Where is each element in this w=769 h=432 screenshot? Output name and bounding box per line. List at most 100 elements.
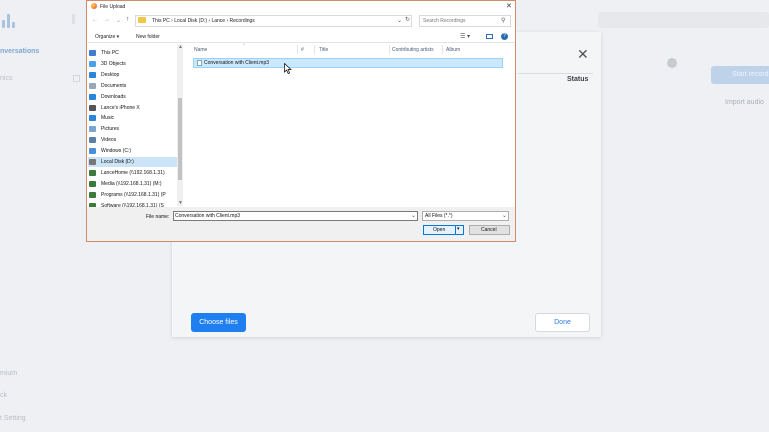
tree-item-label: This PC — [101, 50, 119, 56]
network-drive-icon — [89, 169, 96, 176]
open-dropdown-icon[interactable]: ▾ — [457, 226, 460, 232]
new-folder-button[interactable]: New folder — [136, 34, 160, 40]
drive-icon — [89, 148, 96, 155]
music-icon — [89, 115, 96, 122]
tree-item[interactable]: LanceHome (\\192.168.1.31) — [89, 168, 165, 178]
done-button[interactable]: Done — [535, 313, 590, 332]
tree-item-label: Music — [101, 115, 115, 122]
search-icon: ⚲ — [501, 18, 506, 24]
up-arrow-icon[interactable]: ↑ — [126, 16, 130, 23]
scroll-down-icon[interactable]: ▼ — [178, 200, 183, 206]
help-icon[interactable]: ? — [501, 33, 508, 40]
column-header-title[interactable]: Title — [319, 47, 328, 53]
tree-item-label: 3D Objects — [101, 60, 126, 67]
desktop-icon — [89, 71, 96, 78]
open-split-divider — [455, 226, 456, 234]
column-separator[interactable] — [389, 45, 390, 54]
nav-item-settings[interactable]: t Setting — [0, 415, 26, 422]
cancel-button-label: Cancel — [481, 227, 497, 233]
mouse-cursor-icon — [284, 63, 292, 74]
tree-item-label: Videos — [101, 137, 117, 144]
tree-item-label: Lance's iPhone X — [101, 104, 140, 111]
tree-item[interactable]: This PC — [89, 48, 119, 58]
tree-item[interactable]: Pictures — [89, 124, 120, 134]
status-column-header: Status — [567, 76, 589, 83]
download-icon — [89, 93, 96, 100]
back-arrow-icon[interactable]: ← — [92, 17, 98, 23]
column-separator[interactable] — [297, 45, 298, 54]
tree-item-label: LanceHome (\\192.168.1.31) — [101, 169, 165, 176]
tree-item-label: Desktop — [101, 71, 120, 78]
tree-item-label: Pictures — [101, 126, 120, 133]
nav-item-feedback[interactable]: ck — [0, 392, 7, 399]
import-audio-link[interactable]: Import audio — [725, 99, 764, 106]
file-type-value[interactable]: All Files (*.*) — [425, 213, 453, 219]
preview-pane-icon[interactable] — [486, 34, 493, 39]
add-topic-icon[interactable] — [73, 75, 80, 82]
tree-item-label: Documents — [101, 82, 127, 89]
info-icon[interactable] — [667, 58, 677, 68]
file-name-label: File name: — [146, 214, 170, 220]
tree-item[interactable]: Programs (\\192.168.1.31) (P — [89, 190, 166, 200]
column-separator[interactable] — [314, 45, 315, 54]
drive-icon — [89, 159, 96, 165]
videos-icon — [89, 137, 96, 144]
dialog-title: File Upload — [100, 4, 126, 10]
organize-menu[interactable]: Organize ▾ — [95, 34, 119, 40]
file-name[interactable]: Conversation with Client.mp3 — [204, 60, 269, 66]
toolbar-divider — [88, 42, 515, 43]
tree-item[interactable]: Videos — [89, 135, 117, 145]
tree-item[interactable]: Local Disk (D:) — [89, 157, 134, 167]
refresh-icon[interactable]: ↻ — [405, 16, 410, 23]
network-drive-icon — [89, 191, 96, 198]
column-header-contributing-artists[interactable]: Contributing artists — [392, 47, 434, 53]
search-placeholder: Search Recordings — [423, 18, 466, 24]
start-recording-button[interactable]: Start recording — [711, 66, 769, 84]
column-header-number[interactable]: # — [301, 47, 304, 53]
tree-item[interactable]: Media (\\192.168.1.31) (M:) — [89, 179, 162, 189]
tree-item[interactable]: Desktop — [89, 70, 120, 80]
nav-item-topics[interactable]: nics — [0, 75, 12, 82]
tree-item-label: Programs (\\192.168.1.31) (P — [101, 191, 166, 198]
tree-item-label: Downloads — [101, 93, 126, 100]
address-dropdown-icon[interactable]: ⌄ — [397, 17, 402, 24]
tree-item[interactable]: Documents — [89, 81, 127, 91]
column-separator[interactable] — [442, 45, 443, 54]
file-name-dropdown-icon[interactable]: ⌄ — [411, 212, 416, 219]
network-drive-icon — [89, 180, 96, 187]
file-name-value[interactable]: Conversation with Client.mp3 — [175, 213, 240, 219]
folder-icon — [138, 17, 146, 23]
audio-file-icon — [197, 60, 202, 66]
dialog-close-icon[interactable]: ✕ — [506, 2, 512, 10]
phone-icon — [89, 104, 96, 111]
tree-item[interactable]: Downloads — [89, 92, 126, 102]
nav-item-conversations[interactable]: nversations — [0, 48, 39, 55]
sidebar-collapse-icon[interactable] — [72, 14, 75, 24]
recent-chevron-icon[interactable]: ⌄ — [116, 17, 121, 24]
view-options-icon[interactable]: ☰ ▾ — [460, 33, 470, 40]
tree-item-label: Local Disk (D:) — [101, 159, 134, 165]
tree-item[interactable]: 3D Objects — [89, 59, 126, 69]
app-search-input[interactable] — [598, 12, 769, 28]
forward-arrow-icon[interactable]: → — [104, 17, 110, 23]
navigation-tree: This PC 3D Objects Desktop Documents Downloa… — [88, 44, 184, 209]
file-type-dropdown-icon[interactable]: ⌄ — [502, 212, 507, 219]
tree-item[interactable]: Lance's iPhone X — [89, 103, 140, 113]
tree-item[interactable]: Windows (C:) — [89, 146, 131, 156]
column-header-album[interactable]: Album — [446, 47, 460, 53]
modal-table-divider — [518, 73, 593, 74]
app-logo-icon — [2, 12, 18, 28]
tree-item[interactable]: Music — [89, 113, 115, 123]
breadcrumb[interactable]: This PC › Local Disk (D:) › Lance › Reco… — [152, 18, 255, 24]
sort-arrow-icon: ^ — [243, 42, 245, 47]
documents-icon — [89, 82, 96, 89]
cube-icon — [89, 60, 96, 67]
browser-logo-icon — [91, 3, 97, 9]
tree-scrollbar-thumb[interactable] — [178, 98, 182, 180]
scroll-up-icon[interactable]: ▲ — [178, 44, 183, 50]
close-icon[interactable]: ✕ — [577, 46, 589, 63]
column-header-name[interactable]: Name — [194, 47, 207, 53]
app-sidebar — [0, 0, 90, 432]
choose-files-button[interactable]: Choose files — [191, 313, 246, 332]
nav-item-premium[interactable]: mium — [0, 370, 17, 377]
